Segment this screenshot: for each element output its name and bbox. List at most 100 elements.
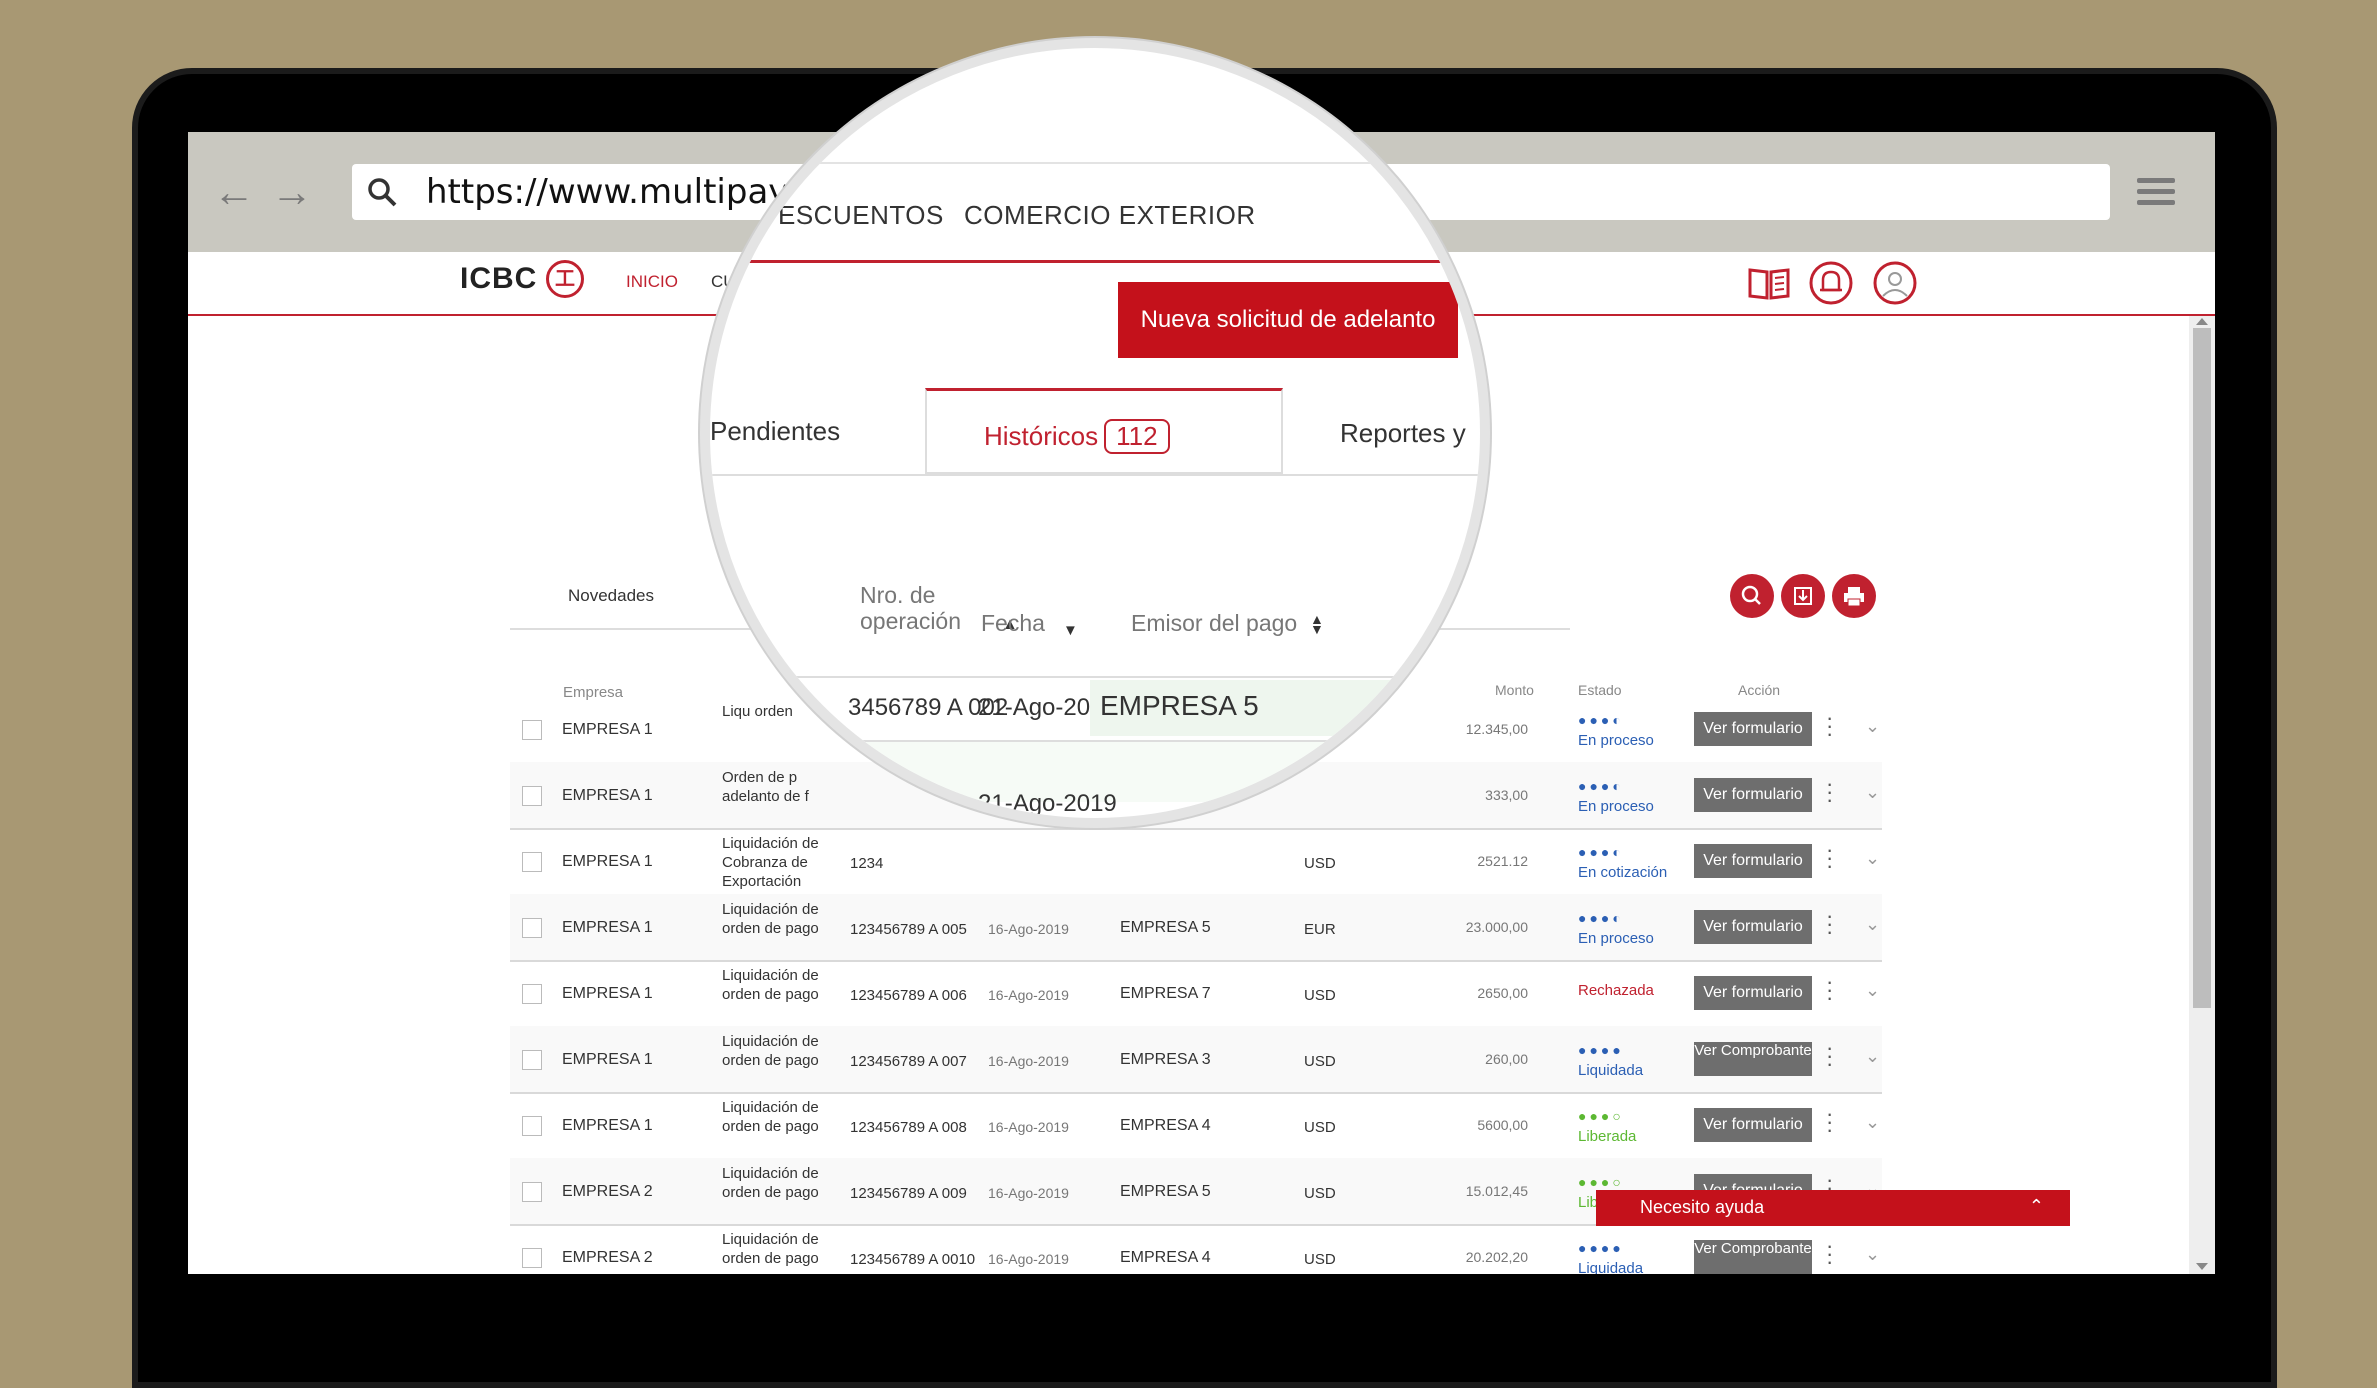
monto-cell: 23.000,00 <box>1465 919 1528 935</box>
arrow-right-icon[interactable]: → <box>270 170 314 214</box>
bell-icon[interactable] <box>1808 260 1854 306</box>
emisor-cell: EMPRESA 4 <box>1120 1117 1211 1134</box>
new-advance-request-button[interactable]: Nueva solicitud de adelanto <box>1118 282 1458 358</box>
row-checkbox[interactable] <box>522 984 542 1004</box>
row-checkbox[interactable] <box>522 1050 542 1070</box>
fecha-cell: 16-Ago-2019 <box>988 1251 1069 1267</box>
row-action-button[interactable]: Ver formulario <box>1694 712 1812 746</box>
chevron-down-icon[interactable]: ⌄ <box>1865 716 1880 737</box>
lens-header-underline <box>710 260 1480 263</box>
chevron-down-icon[interactable]: ⌄ <box>1865 980 1880 1001</box>
lens-tabs-divider <box>710 474 1480 476</box>
sort-down-icon[interactable]: ▼ <box>1063 622 1078 639</box>
nro-operacion-cell: 1234 <box>850 855 884 872</box>
emisor-cell: EMPRESA 5 <box>1120 1183 1211 1200</box>
scroll-thumb[interactable] <box>2193 328 2211 1008</box>
empresa-cell: EMPRESA 2 <box>562 1183 653 1200</box>
status-progress-icon: ●●●○ <box>1578 1108 1624 1124</box>
more-vertical-icon[interactable]: ··· <box>1826 905 1833 943</box>
status-text: En proceso <box>1578 732 1654 749</box>
chevron-up-icon[interactable]: ⌃ <box>2029 1196 2044 1217</box>
row-checkbox[interactable] <box>522 852 542 872</box>
monto-cell: 20.202,20 <box>1465 1249 1528 1265</box>
tab-reportes[interactable]: Reportes y <box>1340 418 1466 449</box>
col-nro-operacion[interactable]: Nro. de operación ▲ <box>860 582 1018 634</box>
book-icon[interactable] <box>1746 260 1792 306</box>
table-row[interactable]: EMPRESA 1 Liquidación de orden de pago 123… <box>510 894 1882 962</box>
row-action-button[interactable]: Ver formulario <box>1694 1108 1812 1142</box>
emisor-cell: EMPRESA 4 <box>1120 1249 1211 1266</box>
nav-descuentos[interactable]: ESCUENTOS <box>778 200 944 231</box>
tab-novedades[interactable]: Novedades <box>568 586 654 606</box>
col-emisor[interactable]: Emisor del pago <box>1131 610 1297 636</box>
moneda-cell: USD <box>1304 855 1336 872</box>
moneda-cell: USD <box>1304 1119 1336 1136</box>
scrollbar[interactable] <box>2189 316 2215 1274</box>
row-checkbox[interactable] <box>522 786 542 806</box>
more-vertical-icon[interactable]: ··· <box>1826 707 1833 745</box>
moneda-cell: USD <box>1304 1185 1336 1202</box>
row-action-button[interactable]: Ver Comprobante <box>1694 1042 1812 1076</box>
row-action-button[interactable]: Ver Comprobante <box>1694 1240 1812 1274</box>
fecha-cell: 16-Ago-2019 <box>988 1119 1069 1135</box>
status-text: Liquidada <box>1578 1260 1644 1274</box>
scroll-down-icon[interactable] <box>2196 1263 2208 1270</box>
col-fecha[interactable]: Fecha <box>981 610 1045 636</box>
scroll-up-icon[interactable] <box>2196 318 2208 325</box>
row-action-button[interactable]: Ver formulario <box>1694 910 1812 944</box>
status-progress-icon: ●●●○ <box>1578 1174 1624 1190</box>
download-icon <box>1794 587 1812 605</box>
row-checkbox[interactable] <box>522 1116 542 1136</box>
sort-icon[interactable]: ▲ ▼ <box>1310 612 1324 636</box>
more-vertical-icon[interactable]: ··· <box>1826 1037 1833 1075</box>
moneda-cell: USD <box>1304 1251 1336 1268</box>
row-action-button[interactable]: Ver formulario <box>1694 976 1812 1010</box>
emisor-cell: EMPRESA 7 <box>1120 985 1211 1002</box>
chevron-down-icon[interactable]: ⌄ <box>1865 914 1880 935</box>
hamburger-icon[interactable] <box>2137 178 2175 210</box>
table-row[interactable]: EMPRESA 1 Liquidación de Cobranza de Expo… <box>510 828 1882 896</box>
arrow-left-icon[interactable]: ← <box>212 170 256 214</box>
row-action-button[interactable]: Ver formulario <box>1694 844 1812 878</box>
table-row[interactable]: EMPRESA 1 Liquidación de orden de pago 123… <box>510 960 1882 1028</box>
row-checkbox[interactable] <box>522 1248 542 1268</box>
table-row[interactable]: EMPRESA 1 Liquidación de orden de pago 123… <box>510 1092 1882 1160</box>
monto-cell: 15.012,45 <box>1465 1183 1528 1199</box>
nav-inicio[interactable]: INICIO <box>626 272 678 292</box>
table-row[interactable]: EMPRESA 1 Liquidación de orden de pago 123… <box>510 1026 1882 1094</box>
tipo-cell: Liquidación de orden de pago <box>722 1231 819 1267</box>
chevron-down-icon[interactable]: ⌄ <box>1865 848 1880 869</box>
more-vertical-icon[interactable]: ··· <box>1826 971 1833 1009</box>
help-bar[interactable]: Necesito ayuda ⌃ <box>1596 1190 2070 1226</box>
status-text: En cotización <box>1578 864 1668 881</box>
more-vertical-icon[interactable]: ··· <box>1826 839 1833 877</box>
row-checkbox[interactable] <box>522 1182 542 1202</box>
chevron-down-icon[interactable]: ⌄ <box>1865 1046 1880 1067</box>
monto-cell: 2650,00 <box>1477 985 1528 1001</box>
download-button[interactable] <box>1781 574 1825 618</box>
row-checkbox[interactable] <box>522 720 542 740</box>
more-vertical-icon[interactable]: ··· <box>1826 1103 1833 1141</box>
chevron-down-icon[interactable]: ⌄ <box>1865 782 1880 803</box>
tipo-cell: Liquidación de orden de pago <box>722 1033 819 1069</box>
chevron-down-icon[interactable]: ⌄ <box>1865 1112 1880 1133</box>
chevron-down-icon[interactable]: ⌄ <box>1865 1244 1880 1265</box>
more-vertical-icon[interactable]: ··· <box>1826 1235 1833 1273</box>
search-button[interactable] <box>1730 574 1774 618</box>
tab-historicos-label: Históricos <box>984 421 1099 451</box>
print-button[interactable] <box>1832 574 1876 618</box>
nro-operacion-cell: 123456789 A 005 <box>850 921 967 938</box>
more-vertical-icon[interactable]: ··· <box>1826 773 1833 811</box>
row-action-button[interactable]: Ver formulario <box>1694 778 1812 812</box>
magnifier-lens: ESCUENTOS COMERCIO EXTERIOR Nueva solici… <box>700 38 1490 828</box>
help-label[interactable]: Necesito ayuda <box>1640 1197 1764 1218</box>
row-checkbox[interactable] <box>522 918 542 938</box>
printer-icon <box>1844 587 1864 607</box>
nav-comercio-exterior[interactable]: COMERCIO EXTERIOR <box>964 200 1256 231</box>
monto-cell: 333,00 <box>1485 787 1528 803</box>
user-icon[interactable] <box>1872 260 1918 306</box>
table-row[interactable]: EMPRESA 2 Liquidación de orden de pago 123… <box>510 1224 1882 1274</box>
icbc-logo[interactable]: ICBC <box>460 262 537 296</box>
status-text: En proceso <box>1578 930 1654 947</box>
tab-historicos[interactable]: Históricos 112 <box>925 388 1283 474</box>
